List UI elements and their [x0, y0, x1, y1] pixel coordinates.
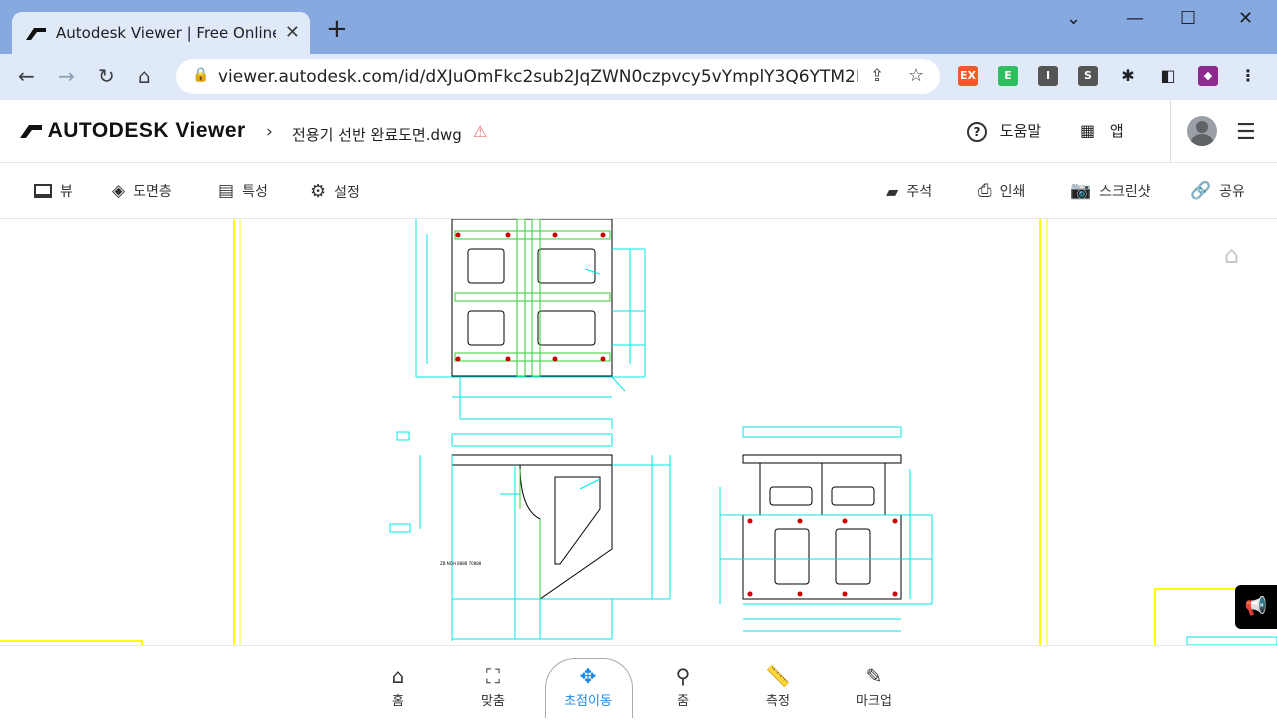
address-bar[interactable]: 🔒 viewer.autodesk.com/id/dXJuOmFkc2sub2J…	[176, 59, 940, 94]
side-panel-icon[interactable]: ◧	[1158, 66, 1178, 86]
extensions-puzzle-icon[interactable]: ✱	[1118, 66, 1138, 86]
browser-toolbar: ← → ↻ ⌂ 🔒 viewer.autodesk.com/id/dXJuOmF…	[0, 54, 1277, 100]
comment-icon: ▰	[886, 181, 899, 201]
reload-icon[interactable]: ↻	[98, 64, 115, 88]
measure-icon: 📏	[765, 664, 791, 688]
tool-layers[interactable]: ◈ 도면층	[112, 181, 172, 201]
forward-icon[interactable]: →	[58, 64, 75, 88]
tool-comment[interactable]: ▰ 주석	[886, 181, 932, 201]
tool-screenshot[interactable]: 📷 스크린샷	[1070, 181, 1151, 201]
browser-tab[interactable]: Autodesk Viewer | Free Online F ✕	[12, 12, 310, 54]
view-icon	[34, 184, 52, 198]
tool-view[interactable]: 뷰	[34, 181, 73, 201]
url-text: viewer.autodesk.com/id/dXJuOmFkc2sub2JqZ…	[218, 67, 858, 87]
help-label: 도움말	[999, 122, 1042, 140]
maximize-icon[interactable]: ☐	[1180, 8, 1196, 29]
autodesk-favicon-icon	[26, 28, 46, 40]
home-browser-icon[interactable]: ⌂	[138, 64, 151, 88]
tool-screenshot-label: 스크린샷	[1099, 184, 1151, 200]
bottom-tool-fit-label: 맞춤	[481, 694, 505, 709]
hamburger-menu-icon[interactable]: ☰	[1236, 120, 1256, 145]
tool-layers-label: 도면층	[133, 184, 172, 200]
drawing-canvas[interactable]: ZB NOH 8888 70888 ⌂	[0, 219, 1277, 645]
minimize-icon[interactable]: —	[1126, 8, 1144, 29]
camera-icon: 📷	[1070, 181, 1092, 201]
lock-icon: 🔒	[192, 67, 210, 83]
pan-icon: ✥	[579, 664, 597, 688]
browser-titlebar: Autodesk Viewer | Free Online F ✕ + ⌄ — …	[0, 0, 1277, 56]
chevron-right-icon: ›	[266, 122, 273, 142]
bottom-tool-markup[interactable]: ✎ 마크업	[834, 664, 914, 709]
bottom-tool-fit[interactable]: ⛶ 맞춤	[453, 664, 533, 709]
extension-cube-icon[interactable]: ◆	[1198, 66, 1218, 86]
browser-menu-icon[interactable]: ⋮	[1238, 66, 1258, 86]
print-icon: ⎙	[978, 181, 992, 201]
extension-i-icon[interactable]: I	[1038, 66, 1058, 86]
front-elevation	[742, 454, 902, 600]
bottom-tool-measure-label: 측정	[766, 694, 790, 709]
tab-title: Autodesk Viewer | Free Online F	[56, 24, 276, 42]
link-icon: 🔗	[1190, 181, 1212, 201]
properties-icon: ▤	[218, 181, 235, 201]
home-view-icon[interactable]: ⌂	[1224, 241, 1239, 269]
tool-properties-label: 특성	[242, 184, 268, 200]
autodesk-mark-icon	[20, 125, 42, 138]
file-name: 전용기 선반 완료도면.dwg	[292, 126, 462, 144]
tool-settings-label: 설정	[334, 184, 360, 201]
bottom-tool-measure[interactable]: 📏 측정	[738, 664, 818, 709]
layers-icon: ◈	[112, 181, 126, 201]
home-icon: ⌂	[391, 664, 405, 688]
feedback-megaphone-icon[interactable]: 📢	[1235, 585, 1277, 629]
back-icon[interactable]: ←	[18, 64, 35, 88]
tool-comment-label: 주석	[906, 184, 933, 200]
share-page-icon[interactable]: ⇪	[870, 66, 884, 86]
fit-icon: ⛶	[486, 664, 500, 688]
help-button[interactable]: ? 도움말	[967, 120, 1041, 142]
apps-grid-icon: ▦	[1080, 121, 1096, 140]
apps-label: 앱	[1109, 122, 1124, 140]
bookmark-star-icon[interactable]: ☆	[908, 65, 924, 86]
avatar[interactable]	[1187, 116, 1217, 146]
close-window-icon[interactable]: ✕	[1238, 8, 1253, 29]
tool-view-label: 뷰	[60, 184, 73, 200]
tab-search-icon[interactable]: ⌄	[1066, 8, 1081, 29]
tab-close-icon[interactable]: ✕	[285, 22, 300, 43]
bottom-tool-zoom-label: 줌	[677, 694, 689, 709]
extension-s-icon[interactable]: S	[1078, 66, 1098, 86]
cad-drawing: ZB NOH 8888 70888	[0, 219, 1277, 645]
header-divider	[1170, 100, 1171, 163]
logo-text: AUTODESK Viewer	[47, 119, 246, 142]
side-elevation	[451, 454, 613, 600]
new-tab-icon[interactable]: +	[326, 14, 348, 44]
tool-print-label: 인쇄	[999, 184, 1026, 200]
bottom-tool-pan-label: 초점이동	[564, 694, 612, 709]
app-header: AUTODESK Viewer › 전용기 선반 완료도면.dwg ⚠ ? 도움…	[0, 100, 1277, 163]
markup-icon: ✎	[865, 664, 883, 688]
apps-button[interactable]: ▦ 앱	[1080, 120, 1124, 141]
warning-icon[interactable]: ⚠	[473, 122, 487, 141]
evernote-icon[interactable]: E	[998, 66, 1018, 86]
tool-settings[interactable]: ⚙ 설정	[310, 181, 360, 202]
bottom-tool-markup-label: 마크업	[856, 694, 892, 709]
help-circle-icon: ?	[967, 122, 987, 142]
extension-ex-icon[interactable]: EX	[958, 66, 978, 86]
tool-share-label: 공유	[1219, 184, 1245, 200]
bottom-tool-zoom[interactable]: ⚲ 줌	[643, 664, 723, 709]
tool-print[interactable]: ⎙ 인쇄	[978, 181, 1025, 201]
drawing-note: ZB NOH 8888 70888	[440, 561, 482, 566]
bottom-tool-home[interactable]: ⌂ 홈	[358, 664, 438, 709]
bottom-tool-pan[interactable]: ✥ 초점이동	[548, 664, 628, 709]
tool-share[interactable]: 🔗 공유	[1190, 181, 1245, 201]
viewer-toolbar: 뷰 ◈ 도면층 ▤ 특성 ⚙ 설정 ▰ 주석 ⎙ 인쇄 📷 스크린샷 🔗 공유	[0, 163, 1277, 219]
gear-icon: ⚙	[310, 181, 327, 202]
bottom-toolbar: ⌂ 홈 ⛶ 맞춤 ✥ 초점이동 ⚲ 줌 📏 측정 ✎ 마크업	[0, 645, 1277, 720]
autodesk-logo[interactable]: AUTODESK Viewer	[20, 119, 246, 143]
tool-properties[interactable]: ▤ 특성	[218, 181, 268, 201]
bottom-tool-home-label: 홈	[392, 694, 404, 709]
zoom-icon: ⚲	[675, 664, 691, 688]
